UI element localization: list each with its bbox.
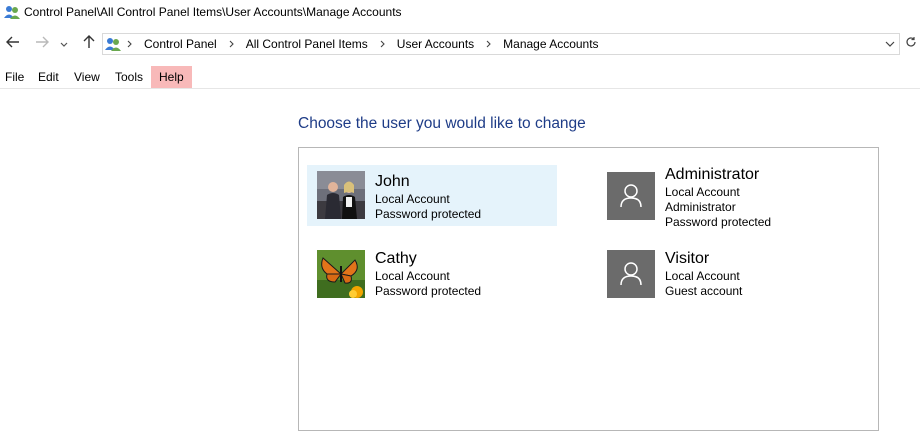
chevron-right-icon xyxy=(127,39,135,49)
account-info: Cathy Local Account Password protected xyxy=(375,249,481,299)
title-bar: Control Panel\All Control Panel Items\Us… xyxy=(0,0,920,26)
recent-locations-button[interactable] xyxy=(57,34,71,54)
generic-user-icon xyxy=(607,172,655,220)
account-tile-john[interactable]: John Local Account Password protected xyxy=(307,165,557,226)
window-title: Control Panel\All Control Panel Items\Us… xyxy=(24,5,402,19)
account-tile-visitor[interactable]: Visitor Local Account Guest account xyxy=(597,244,847,305)
chevron-down-icon xyxy=(60,35,68,53)
menu-view[interactable]: View xyxy=(67,66,107,88)
breadcrumb-all-control-panel-items[interactable]: All Control Panel Items xyxy=(246,37,368,51)
refresh-icon xyxy=(905,35,917,53)
menu-file[interactable]: File xyxy=(0,66,31,88)
account-info: Administrator Local Account Administrato… xyxy=(665,165,771,230)
up-button[interactable] xyxy=(79,34,99,54)
account-status: Password protected xyxy=(375,207,482,221)
breadcrumb-control-panel[interactable]: Control Panel xyxy=(144,37,217,51)
account-info: John Local Account Password protected xyxy=(375,172,481,222)
generic-user-icon xyxy=(607,250,655,298)
users-icon xyxy=(4,4,20,20)
chevron-right-icon[interactable] xyxy=(486,39,494,49)
account-type: Local Account xyxy=(665,185,740,199)
account-role: Administrator xyxy=(665,200,736,214)
address-history-dropdown[interactable] xyxy=(883,36,897,52)
account-name: Visitor xyxy=(665,250,710,267)
account-type: Local Account xyxy=(665,269,740,283)
breadcrumb-manage-accounts[interactable]: Manage Accounts xyxy=(503,37,598,51)
account-type: Local Account xyxy=(375,192,450,206)
account-name: Cathy xyxy=(375,250,417,267)
account-status: Guest account xyxy=(665,284,743,298)
address-bar[interactable]: Control Panel All Control Panel Items Us… xyxy=(102,33,900,55)
up-arrow-icon xyxy=(83,34,95,54)
refresh-button[interactable] xyxy=(903,36,919,52)
back-button[interactable] xyxy=(3,34,23,54)
account-tile-administrator[interactable]: Administrator Local Account Administrato… xyxy=(597,161,847,231)
butterfly-photo xyxy=(317,250,365,298)
menu-edit[interactable]: Edit xyxy=(31,66,66,88)
account-photo xyxy=(317,171,365,219)
menu-tools[interactable]: Tools xyxy=(108,66,150,88)
breadcrumb-user-accounts[interactable]: User Accounts xyxy=(397,37,474,51)
account-status: Password protected xyxy=(375,284,482,298)
page-heading: Choose the user you would like to change xyxy=(298,115,586,132)
back-arrow-icon xyxy=(6,35,20,53)
account-type: Local Account xyxy=(375,269,450,283)
account-tile-cathy[interactable]: Cathy Local Account Password protected xyxy=(307,244,557,305)
chevron-right-icon[interactable] xyxy=(229,39,237,49)
menu-bar: File Edit View Tools Help xyxy=(0,66,920,89)
account-status: Password protected xyxy=(665,215,772,229)
control-panel-icon xyxy=(105,36,121,52)
account-info: Visitor Local Account Guest account xyxy=(665,249,742,299)
account-name: John xyxy=(375,173,410,190)
navigation-bar: Control Panel All Control Panel Items Us… xyxy=(0,30,920,58)
forward-arrow-icon xyxy=(35,35,49,53)
menu-help[interactable]: Help xyxy=(151,66,192,88)
account-name: Administrator xyxy=(665,166,760,183)
forward-button[interactable] xyxy=(32,34,52,54)
chevron-right-icon[interactable] xyxy=(380,39,388,49)
accounts-panel: John Local Account Password protected Ad… xyxy=(298,147,879,431)
breadcrumb: Control Panel All Control Panel Items Us… xyxy=(127,37,611,51)
